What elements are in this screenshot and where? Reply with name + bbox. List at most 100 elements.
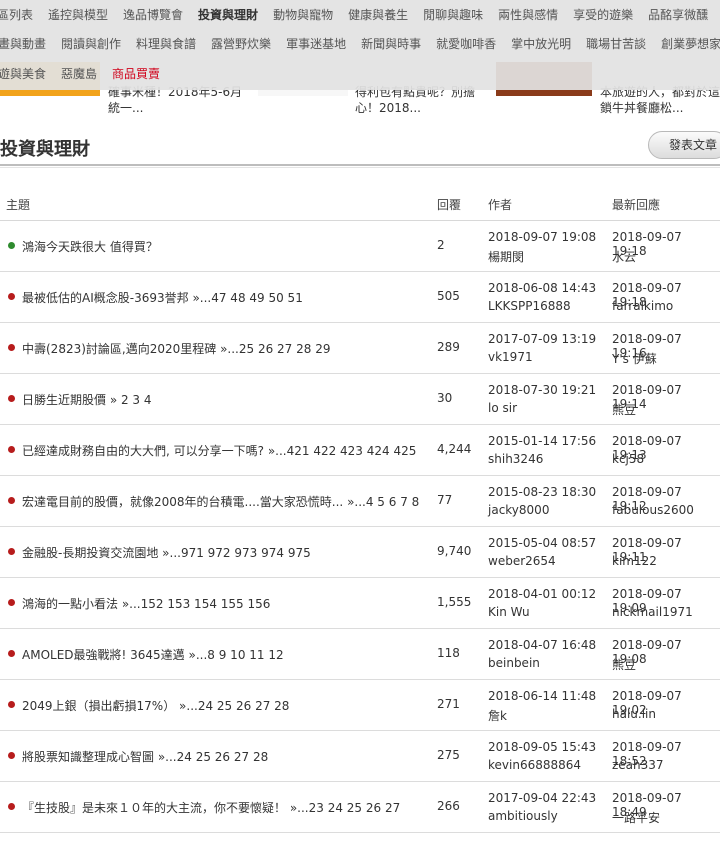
category-row-2: 畫與動畫 閱讀與創作 料理與食譜 露營野炊樂 軍事迷基地 新聞與時事 就愛咖啡香 掌中放光明職…: [0, 29, 720, 59]
reply-count: 9,740: [437, 544, 472, 558]
topic-page-links[interactable]: »...24 25 26 27 28: [175, 699, 289, 713]
topic-page-links[interactable]: » 2 3 4: [106, 393, 152, 407]
reply-count: 505: [437, 289, 460, 303]
topic-link[interactable]: 日勝生近期股價 » 2 3 4: [22, 391, 152, 408]
topic-title[interactable]: AMOLED最強戰將! 3645達邁: [22, 648, 185, 662]
author-link[interactable]: kevin66888864: [488, 758, 581, 772]
category-link[interactable]: 享受的遊樂: [573, 0, 633, 30]
category-link[interactable]: 就愛咖啡香: [436, 29, 496, 59]
table-row: 2049上銀（損出虧損17%） »...24 25 26 27 28 271 201…: [0, 680, 720, 731]
topic-title[interactable]: 宏達電目前的股價，就像2008年的台積電....當大家恐慌時...: [22, 495, 343, 509]
category-link[interactable]: 掌中放光明: [511, 29, 571, 59]
category-link[interactable]: 閱讀與創作: [61, 29, 121, 59]
topic-link[interactable]: 宏達電目前的股價，就像2008年的台積電....當大家恐慌時... »...4 …: [22, 493, 419, 510]
category-link[interactable]: 投資與理財: [198, 0, 258, 30]
topic-page-links[interactable]: »...4 5 6 7 8: [343, 495, 419, 509]
last-reply-user-link[interactable]: 熊豆: [612, 656, 636, 673]
topic-title[interactable]: 日勝生近期股價: [22, 393, 106, 407]
author-link[interactable]: beinbein: [488, 656, 540, 670]
category-link[interactable]: 區列表: [0, 0, 33, 30]
category-link[interactable]: 職場甘苦談: [586, 29, 646, 59]
last-reply-user-link[interactable]: kim122: [612, 554, 657, 568]
topic-title[interactable]: 鴻海的一點小看法: [22, 597, 118, 611]
header-last-reply: 最新回應: [612, 198, 661, 212]
author-date: 2017-09-04 22:43: [488, 791, 597, 805]
topic-title[interactable]: 2049上銀（損出虧損17%）: [22, 699, 175, 713]
topic-title[interactable]: 金融股-長期投資交流園地: [22, 546, 158, 560]
last-reply-user-link[interactable]: zeah337: [612, 758, 664, 772]
topic-title[interactable]: 『生技股』是未來１０年的大主流，你不要懷疑！: [22, 801, 286, 815]
category-link[interactable]: 畫與動畫: [0, 29, 46, 59]
topic-link[interactable]: 『生技股』是未來１０年的大主流，你不要懷疑！ »...23 24 25 26 2…: [22, 799, 400, 816]
topic-page-links[interactable]: »...421 422 423 424 425: [264, 444, 417, 458]
category-link[interactable]: 軍事迷基地: [286, 29, 346, 59]
author-date: 2018-09-05 15:43: [488, 740, 597, 754]
topic-page-links[interactable]: »...24 25 26 27 28: [154, 750, 268, 764]
topic-page-links[interactable]: »...25 26 27 28 29: [216, 342, 330, 356]
category-link[interactable]: 動物與寵物: [273, 0, 333, 30]
header-author: 作者: [488, 198, 513, 212]
category-link[interactable]: 料理與食譜: [136, 29, 196, 59]
topic-link[interactable]: 已經達成財務自由的大大們, 可以分享一下嗎? »...421 422 423 4…: [22, 442, 416, 459]
topic-bullet-icon: [8, 497, 15, 504]
topic-link[interactable]: 中壽(2823)討論區,邁向2020里程碑 »...25 26 27 28 29: [22, 340, 330, 357]
post-article-button[interactable]: 發表文章: [648, 131, 720, 159]
reply-count: 2: [437, 238, 445, 252]
author-link[interactable]: lo sir: [488, 401, 517, 415]
category-link[interactable]: 兩性與感情: [498, 0, 558, 30]
topic-page-links[interactable]: »...971 972 973 974 975: [158, 546, 311, 560]
last-reply-user-link[interactable]: kcj58: [612, 452, 644, 466]
topic-title[interactable]: 已經達成財務自由的大大們, 可以分享一下嗎?: [22, 444, 264, 458]
topic-link[interactable]: 鴻海今天跌很大 值得買？: [22, 238, 158, 255]
category-link[interactable]: 遊與美食: [0, 59, 46, 89]
author-link[interactable]: ambitiously: [488, 809, 558, 823]
author-link[interactable]: shih3246: [488, 452, 543, 466]
author-date: 2015-05-04 08:57: [488, 536, 597, 550]
category-link[interactable]: 品酩享微醺: [648, 0, 708, 30]
category-link[interactable]: 遙控與模型: [48, 0, 108, 30]
author-link[interactable]: weber2654: [488, 554, 556, 568]
reply-count: 77: [437, 493, 453, 507]
category-link[interactable]: 逸品博覽會: [123, 0, 183, 30]
last-reply-user-link[interactable]: 水云: [612, 248, 636, 265]
topic-title[interactable]: 鴻海今天跌很大 值得買？: [22, 240, 158, 254]
author-link[interactable]: Kin Wu: [488, 605, 530, 619]
last-reply-user-link[interactable]: halu.lin: [612, 707, 656, 721]
author-link[interactable]: vk1971: [488, 350, 533, 364]
category-link[interactable]: 露營野炊樂: [211, 29, 271, 59]
author-link[interactable]: 詹k: [488, 707, 507, 724]
last-reply-user-link[interactable]: fabulous2600: [612, 503, 694, 517]
category-link[interactable]: 健康與養生: [348, 0, 408, 30]
topic-link[interactable]: 2049上銀（損出虧損17%） »...24 25 26 27 28: [22, 697, 289, 714]
topic-page-links[interactable]: »...47 48 49 50 51: [189, 291, 302, 305]
last-reply-user-link[interactable]: nickmail1971: [612, 605, 693, 619]
table-row: 金融股-長期投資交流園地 »...971 972 973 974 975 9,74…: [0, 527, 720, 578]
author-link[interactable]: 楊期閔: [488, 248, 524, 265]
topic-title[interactable]: 最被低估的AI概念股-3693誉邦: [22, 291, 189, 305]
topic-link[interactable]: 鴻海的一點小看法 »...152 153 154 155 156: [22, 595, 270, 612]
header-replies: 回覆: [437, 198, 462, 212]
topic-bullet-icon: [8, 650, 15, 657]
topic-page-links[interactable]: »...152 153 154 155 156: [118, 597, 271, 611]
category-link[interactable]: 惡魔島: [61, 59, 97, 89]
category-link[interactable]: 創業夢想家: [661, 29, 720, 59]
category-link[interactable]: 閒聊與趣味: [423, 0, 483, 30]
last-reply-user-link[interactable]: 一路平安: [612, 809, 660, 826]
author-link[interactable]: LKKSPP16888: [488, 299, 571, 313]
author-date: 2018-06-08 14:43: [488, 281, 597, 295]
category-link[interactable]: 商品買賣: [112, 59, 160, 89]
topic-page-links[interactable]: »...23 24 25 26 27: [286, 801, 400, 815]
last-reply-user-link[interactable]: farralkimo: [612, 299, 673, 313]
last-reply-user-link[interactable]: Y's 伊蘇: [612, 350, 657, 367]
topic-link[interactable]: 金融股-長期投資交流園地 »...971 972 973 974 975: [22, 544, 311, 561]
topic-title[interactable]: 將股票知識整理成心智圖: [22, 750, 154, 764]
topic-title[interactable]: 中壽(2823)討論區,邁向2020里程碑: [22, 342, 216, 356]
author-link[interactable]: jacky8000: [488, 503, 549, 517]
category-link[interactable]: 新聞與時事: [361, 29, 421, 59]
reply-count: 118: [437, 646, 460, 660]
last-reply-user-link[interactable]: 熊豆: [612, 401, 636, 418]
topic-page-links[interactable]: »...8 9 10 11 12: [185, 648, 284, 662]
topic-link[interactable]: 最被低估的AI概念股-3693誉邦 »...47 48 49 50 51: [22, 289, 303, 306]
topic-link[interactable]: AMOLED最強戰將! 3645達邁 »...8 9 10 11 12: [22, 646, 284, 663]
topic-link[interactable]: 將股票知識整理成心智圖 »...24 25 26 27 28: [22, 748, 268, 765]
